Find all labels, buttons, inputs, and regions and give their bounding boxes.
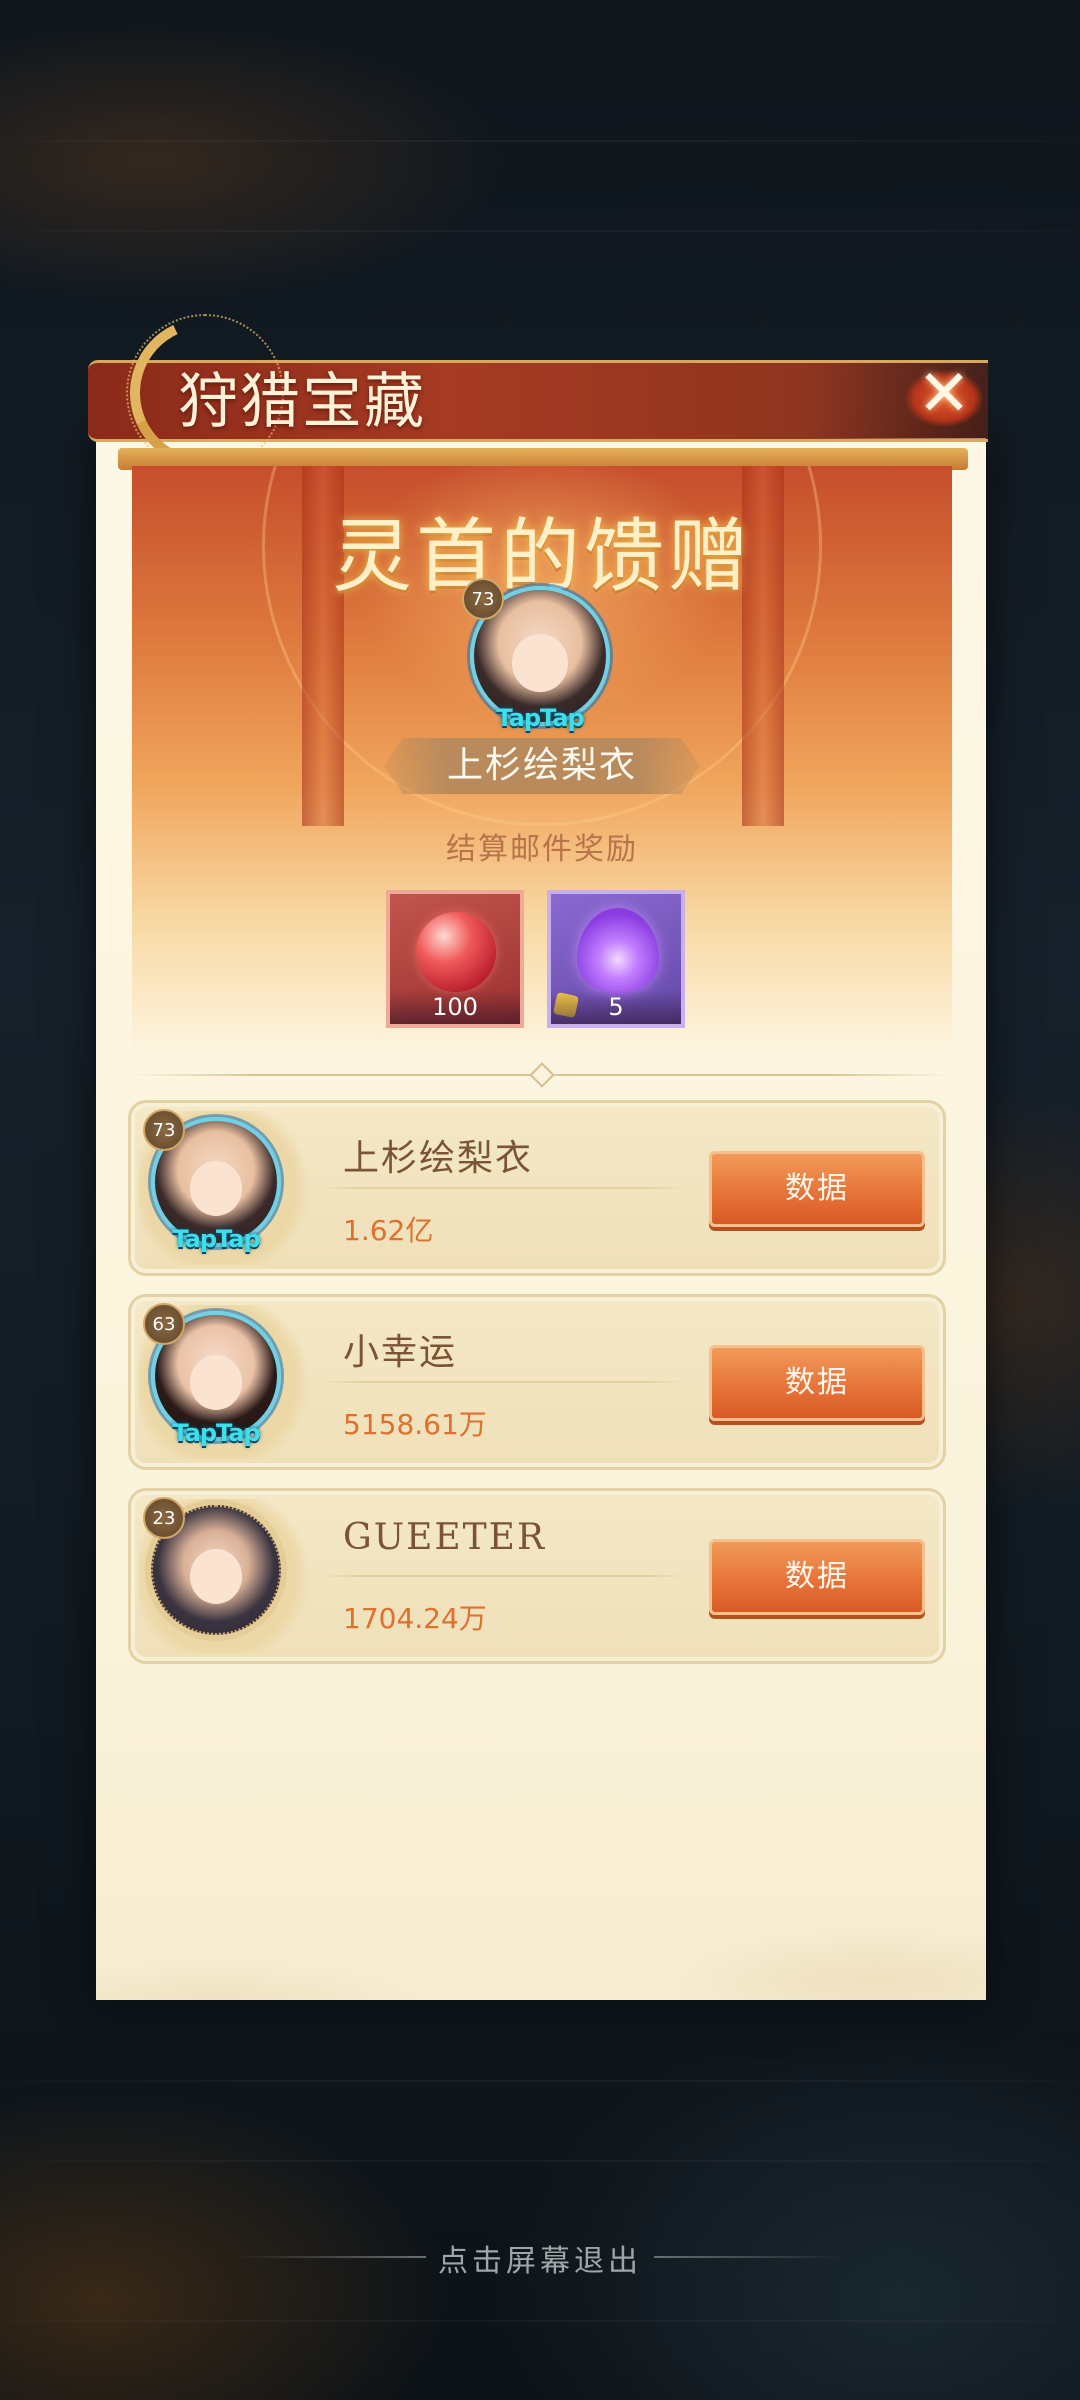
reward-count: 100 xyxy=(390,990,520,1024)
player-name: 小幸运 xyxy=(343,1332,458,1373)
ranking-row: 23 GUEETER 1704.24万 数据 xyxy=(128,1488,946,1664)
level-badge: 23 xyxy=(143,1497,185,1539)
hero-banner: 灵首的馈赠 73 TapTap 上杉绘梨衣 结算邮件奖励 100 5 xyxy=(132,466,952,1046)
red-orb-icon xyxy=(416,912,496,992)
background-wave xyxy=(0,2080,1080,2082)
background-wave xyxy=(0,230,1080,232)
background-wave xyxy=(0,2320,1080,2322)
damage-value: 1.62亿 xyxy=(343,1214,434,1247)
player-avatar[interactable]: 23 xyxy=(143,1497,281,1635)
panel-title: 狩猎宝藏 xyxy=(178,367,426,437)
ranking-row: 63 TapTap 小幸运 5158.61万 数据 xyxy=(128,1294,946,1470)
avatar-face xyxy=(190,1355,242,1410)
player-avatar[interactable]: 73 TapTap xyxy=(143,1109,281,1253)
player-name: 上杉绘梨衣 xyxy=(343,1138,534,1179)
reward-subtitle: 结算邮件奖励 xyxy=(446,832,638,867)
reward-count: 5 xyxy=(551,990,681,1024)
background-wave xyxy=(0,2160,1080,2162)
player-name: GUEETER xyxy=(343,1517,547,1558)
taptap-badge: TapTap xyxy=(172,1419,260,1447)
level-badge: 73 xyxy=(462,578,504,620)
row-separator xyxy=(323,1187,683,1189)
player-avatar[interactable]: 63 TapTap xyxy=(143,1303,281,1447)
avatar-face xyxy=(512,633,568,693)
data-button[interactable]: 数据 xyxy=(709,1539,925,1615)
avatar-face xyxy=(190,1161,242,1216)
background-wave xyxy=(0,140,1080,142)
level-badge: 73 xyxy=(143,1109,185,1151)
winner-avatar[interactable]: 73 TapTap xyxy=(462,578,610,732)
purple-flame-icon xyxy=(577,908,659,994)
reward-item-orb[interactable]: 100 xyxy=(386,890,524,1028)
ranking-row: 73 TapTap 上杉绘梨衣 1.62亿 数据 xyxy=(128,1100,946,1276)
close-button[interactable]: ✕ xyxy=(890,350,998,438)
row-separator xyxy=(323,1575,683,1577)
close-icon: ✕ xyxy=(917,357,971,431)
taptap-badge: TapTap xyxy=(172,1225,260,1253)
reward-item-flame[interactable]: 5 xyxy=(547,890,685,1028)
damage-value: 5158.61万 xyxy=(343,1408,487,1441)
exit-hint[interactable]: 点击屏幕退出 xyxy=(0,2236,1080,2280)
taptap-badge: TapTap xyxy=(496,704,584,732)
avatar-face xyxy=(190,1549,242,1604)
winner-name: 上杉绘梨衣 xyxy=(384,738,700,794)
damage-value: 1704.24万 xyxy=(343,1602,487,1635)
level-badge: 63 xyxy=(143,1303,185,1345)
row-separator xyxy=(323,1381,683,1383)
data-button[interactable]: 数据 xyxy=(709,1151,925,1227)
data-button[interactable]: 数据 xyxy=(709,1345,925,1421)
